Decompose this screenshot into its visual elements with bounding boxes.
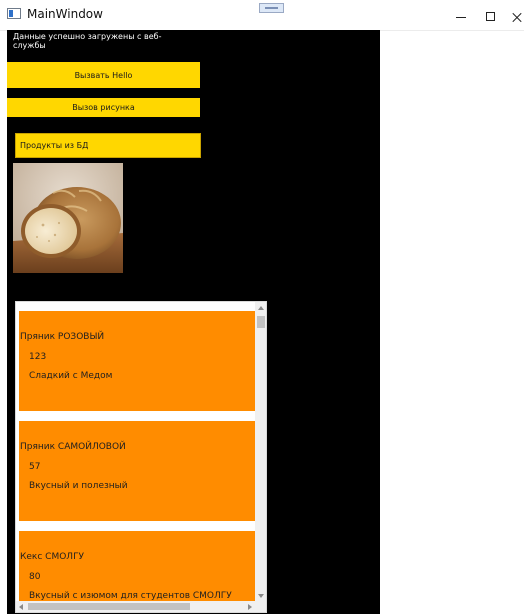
products-list[interactable]: Пряник РОЗОВЫЙ 123 Сладкий с Медом Пряни…	[15, 301, 267, 613]
bread-image	[13, 163, 123, 273]
product-price: 57	[29, 462, 41, 472]
scrollbar-corner	[255, 601, 266, 612]
horizontal-scrollbar[interactable]	[16, 601, 255, 612]
product-description: Сладкий с Медом	[29, 371, 113, 381]
call-hello-button[interactable]: Вызвать Hello	[7, 62, 200, 88]
scroll-right-arrow-icon[interactable]	[248, 604, 252, 610]
content-panel: Данные успешно загружены с веб-службы Вы…	[7, 30, 380, 614]
list-item[interactable]: Пряник РОЗОВЫЙ 123 Сладкий с Медом	[19, 311, 256, 411]
title-bar[interactable]: MainWindow	[0, 0, 524, 31]
product-price: 123	[29, 352, 47, 362]
vertical-scroll-thumb[interactable]	[257, 316, 265, 328]
product-description: Вкусный с изюмом для студентов СМОЛГУ	[29, 591, 232, 601]
window-title: MainWindow	[27, 7, 103, 21]
minimize-button[interactable]	[454, 10, 468, 24]
close-button[interactable]	[510, 10, 524, 24]
title-drag-grip-icon[interactable]	[259, 3, 284, 13]
scroll-down-arrow-icon[interactable]	[258, 594, 264, 598]
product-name: Пряник РОЗОВЫЙ	[20, 332, 105, 342]
products-from-db-button[interactable]: Продукты из БД	[15, 133, 201, 158]
main-window: MainWindow Данные успешно загружены с ве…	[0, 0, 524, 614]
product-name: Кекс СМОЛГУ	[20, 552, 85, 562]
call-picture-button[interactable]: Вызов рисунка	[7, 98, 200, 117]
status-message: Данные успешно загружены с веб-службы	[13, 32, 162, 50]
product-description: Вкусный и полезный	[29, 481, 128, 491]
vertical-scrollbar[interactable]	[255, 302, 266, 602]
product-name: Пряник САМОЙЛОВОЙ	[20, 442, 126, 452]
list-item[interactable]: Пряник САМОЙЛОВОЙ 57 Вкусный и полезный	[19, 421, 256, 521]
maximize-button[interactable]	[484, 10, 498, 24]
horizontal-scroll-thumb[interactable]	[28, 603, 190, 610]
scroll-left-arrow-icon[interactable]	[19, 604, 23, 610]
scroll-up-arrow-icon[interactable]	[258, 306, 264, 310]
product-price: 80	[29, 572, 41, 582]
app-window-icon	[7, 8, 21, 19]
